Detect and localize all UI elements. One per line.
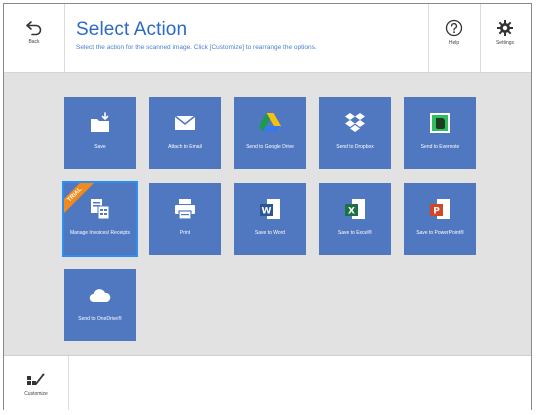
customize-button[interactable]: Customize [14, 366, 58, 402]
header-divider [428, 4, 429, 72]
evernote-icon [430, 113, 450, 133]
settings-label: Settings [495, 40, 515, 46]
save-to-excel-tile[interactable]: X Save to Excel® [319, 183, 391, 255]
gear-icon [497, 20, 513, 36]
tile-label: Save to Excel® [337, 230, 373, 236]
help-label: Help [448, 40, 460, 46]
powerpoint-icon: P [430, 199, 450, 219]
envelope-icon [174, 115, 196, 130]
select-action-window: Back Select Action Select the action for… [3, 3, 532, 410]
tile-label: Attach to Email [168, 144, 202, 150]
onedrive-icon [89, 289, 111, 303]
customize-label: Customize [24, 391, 48, 397]
tile-label: Send to Evernote [420, 144, 460, 150]
svg-text:W: W [262, 207, 272, 217]
customize-icon [27, 373, 45, 385]
tile-label: Send to OneDrive® [78, 316, 122, 322]
tile-label: Print [179, 230, 191, 236]
header-divider [480, 4, 481, 72]
svg-text:P: P [433, 207, 440, 217]
back-arrow-icon [26, 21, 42, 36]
settings-button[interactable]: Settings [485, 16, 525, 60]
folder-save-icon [91, 112, 109, 132]
svg-text:X: X [348, 207, 355, 217]
tile-label: Send to Dropbox [336, 144, 374, 150]
footer-divider [68, 356, 69, 410]
action-grid: Save Attach to Email Send to Google Driv… [4, 73, 531, 355]
back-label: Back [28, 39, 40, 45]
print-tile[interactable]: Print [149, 183, 221, 255]
tile-label: Save to PowerPoint® [416, 230, 464, 236]
save-to-powerpoint-tile[interactable]: P Save to PowerPoint® [404, 183, 476, 255]
page-title: Select Action [76, 19, 188, 40]
send-to-onedrive-tile[interactable]: Send to OneDrive® [64, 269, 136, 341]
invoice-icon [91, 199, 110, 220]
help-button[interactable]: Help [434, 16, 474, 60]
tile-label: Save [94, 144, 106, 150]
tile-label: Manage Invoices/ Receipts [69, 230, 131, 236]
send-to-google-drive-tile[interactable]: Send to Google Drive [234, 97, 306, 169]
save-to-word-tile[interactable]: W Save to Word [234, 183, 306, 255]
google-drive-icon [259, 113, 281, 132]
footer-bar: Customize [4, 355, 531, 410]
attach-to-email-tile[interactable]: Attach to Email [149, 97, 221, 169]
header-divider [64, 4, 65, 72]
manage-invoices-receipts-tile[interactable]: TRIAL Manage Invoices/ Receipts [62, 181, 138, 257]
word-icon: W [260, 199, 280, 219]
send-to-evernote-tile[interactable]: Send to Evernote [404, 97, 476, 169]
printer-icon [175, 199, 195, 220]
send-to-dropbox-tile[interactable]: Send to Dropbox [319, 97, 391, 169]
help-icon [445, 19, 463, 37]
dropbox-icon [345, 113, 365, 132]
save-tile[interactable]: Save [64, 97, 136, 169]
page-subtitle: Select the action for the scanned image.… [76, 44, 317, 51]
back-button[interactable]: Back [14, 16, 54, 60]
tile-label: Send to Google Drive [246, 144, 294, 150]
header-bar: Back Select Action Select the action for… [4, 4, 531, 73]
tile-label: Save to Word [254, 230, 286, 236]
excel-icon: X [345, 199, 365, 219]
